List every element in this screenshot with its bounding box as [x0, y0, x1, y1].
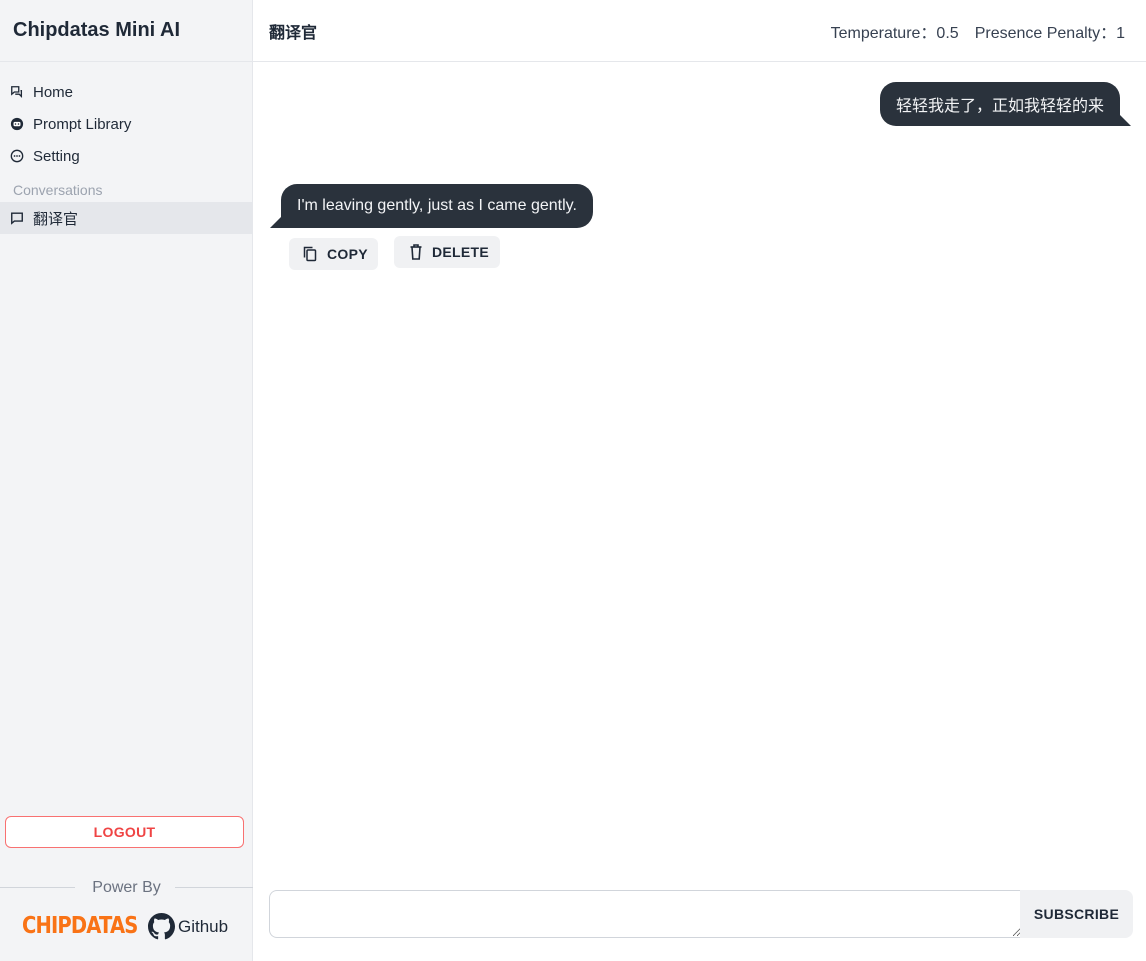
model-params: Temperature：0.5 Presence Penalty：1	[815, 0, 1125, 62]
assistant-message-bubble: I'm leaving gently, just as I came gentl…	[281, 184, 593, 228]
divider-line	[175, 887, 253, 888]
github-label: Github	[178, 916, 229, 936]
conversation-label: 翻译官	[33, 210, 79, 228]
delete-label: DELETE	[432, 244, 490, 260]
user-message-bubble: 轻轻我走了，正如我轻轻的来	[879, 82, 1120, 126]
dots-circle-icon	[10, 149, 24, 163]
trash-icon	[410, 244, 422, 260]
send-button[interactable]: SUBSCRIBE	[1020, 890, 1133, 938]
power-by-divider: Power By	[0, 876, 253, 900]
chat-bubbles-icon	[10, 85, 24, 99]
conversation-item[interactable]: 翻译官	[0, 202, 252, 234]
sidebar-nav: Home Prompt Library Setting Conversation…	[0, 62, 252, 234]
temperature-value: Temperature：0.5	[830, 25, 959, 42]
copy-icon	[303, 246, 317, 262]
presence-penalty-value: Presence Penalty：1	[974, 25, 1125, 42]
sidebar: Chipdatas Mini AI Home Prompt Library Se…	[0, 0, 253, 961]
robot-icon	[10, 117, 24, 131]
sidebar-item-setting[interactable]: Setting	[0, 140, 252, 172]
logout-button[interactable]: LOGOUT	[5, 816, 244, 848]
sidebar-item-home[interactable]: Home	[0, 76, 252, 108]
delete-button[interactable]: DELETE	[394, 236, 500, 268]
conversation-title: 翻译官	[269, 25, 318, 42]
sidebar-item-label: Home	[33, 83, 74, 101]
github-link[interactable]: Github	[148, 913, 228, 940]
sidebar-item-label: Setting	[33, 147, 80, 165]
sidebar-item-prompt-library[interactable]: Prompt Library	[0, 108, 252, 140]
footer-links: CHIPDATAS Github	[0, 910, 253, 950]
divider-line	[0, 887, 75, 888]
power-by-label: Power By	[84, 879, 169, 897]
message-input[interactable]	[269, 890, 1021, 938]
copy-label: COPY	[327, 246, 368, 262]
app-title: Chipdatas Mini AI	[0, 0, 252, 62]
message-composer: SUBSCRIBE	[269, 890, 1133, 938]
chipdatas-logo[interactable]: CHIPDATAS	[22, 913, 138, 939]
copy-button[interactable]: COPY	[289, 238, 378, 270]
message-square-icon	[10, 211, 24, 225]
github-icon	[148, 913, 175, 940]
sidebar-item-label: Prompt Library	[33, 115, 132, 133]
chat-header: 翻译官 Temperature：0.5 Presence Penalty：1	[253, 0, 1146, 62]
conversations-heading: Conversations	[13, 182, 103, 198]
